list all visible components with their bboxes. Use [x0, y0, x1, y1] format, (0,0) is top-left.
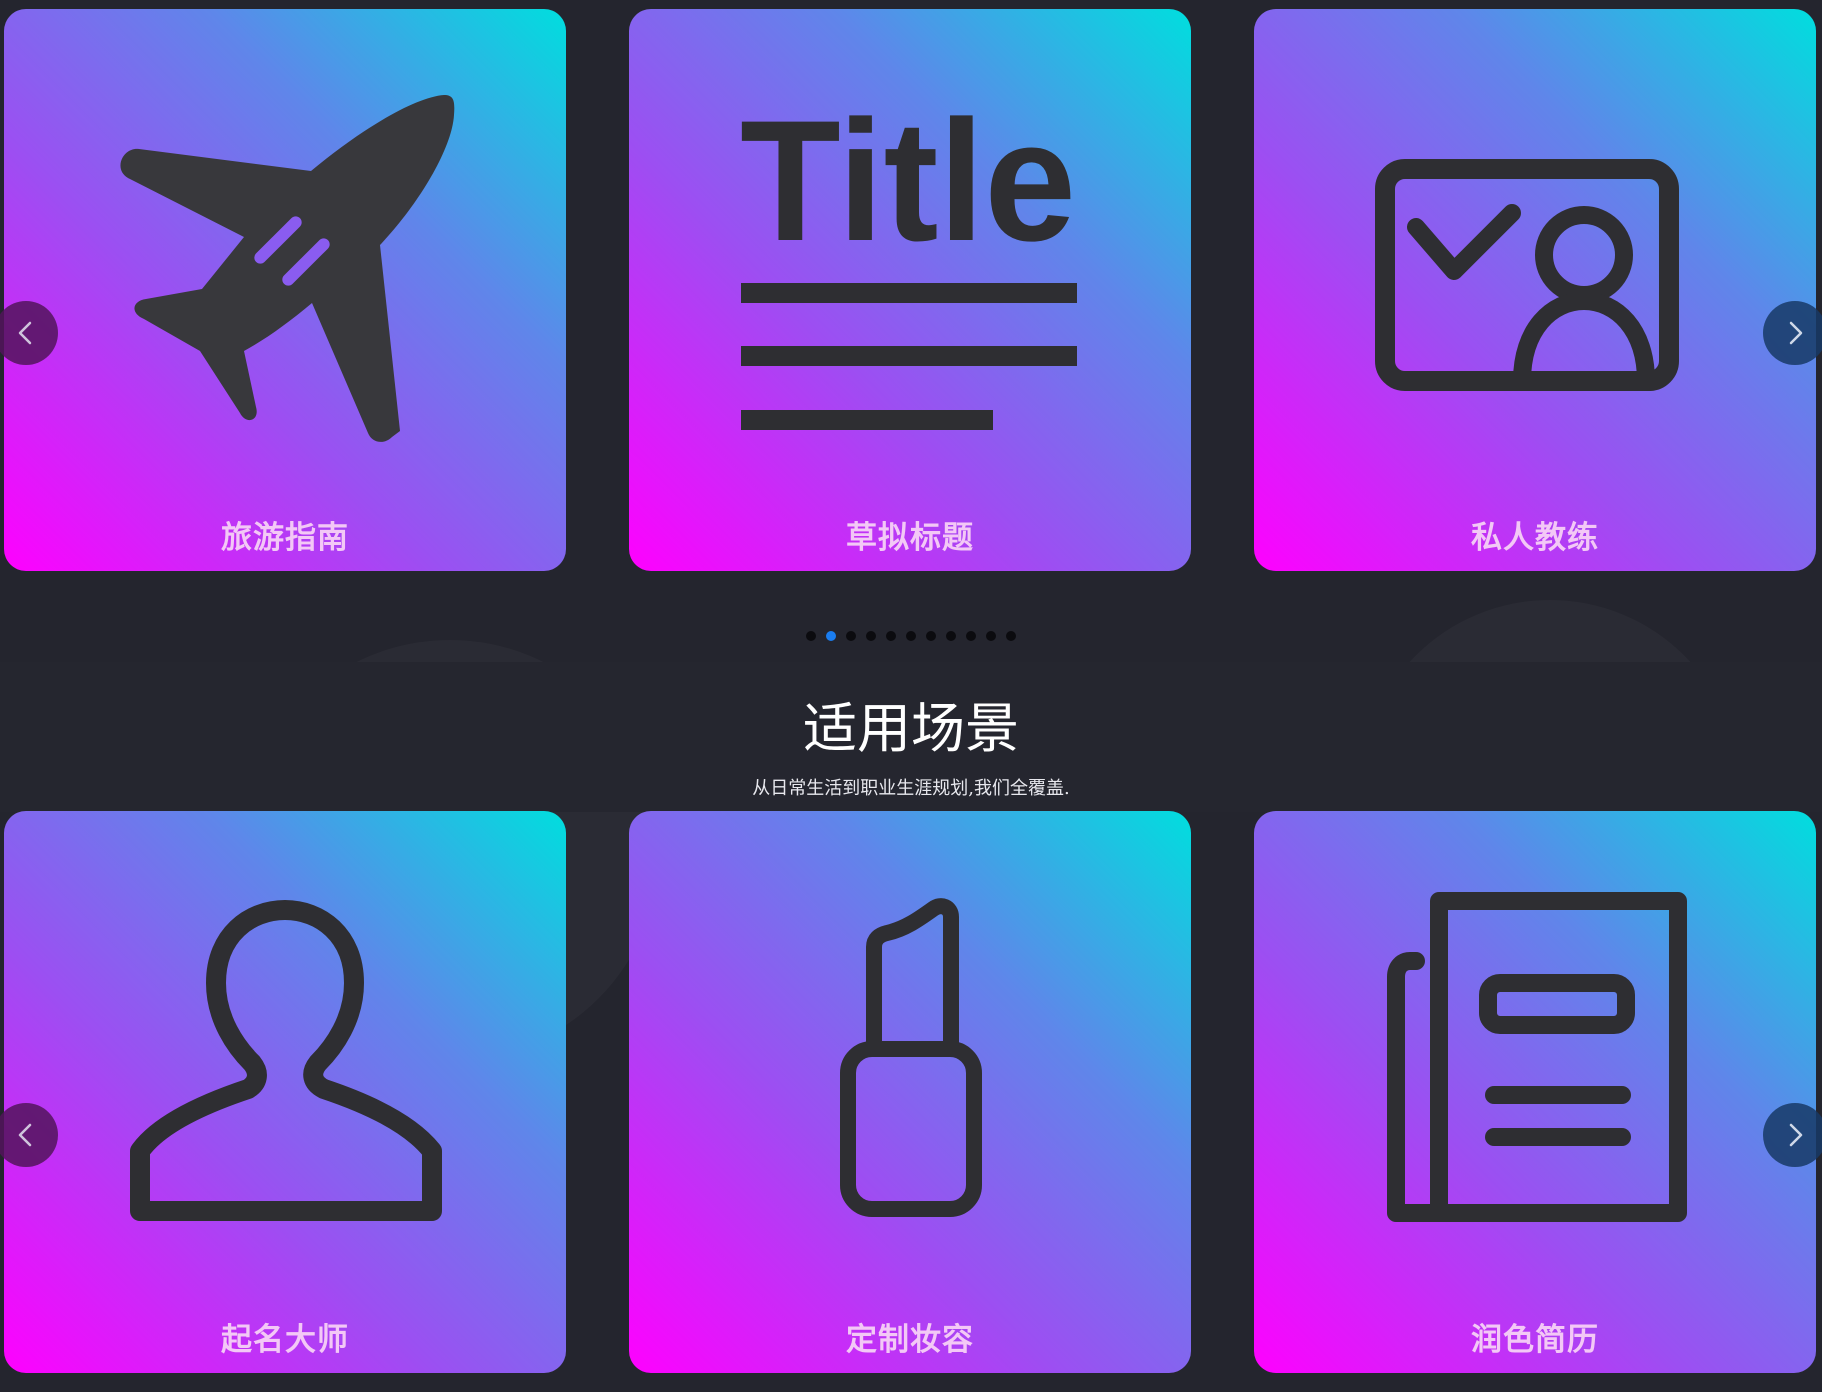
pagination-dot[interactable]: [1006, 631, 1016, 641]
user-silhouette-icon: [130, 900, 442, 1221]
pagination-dot[interactable]: [826, 631, 836, 641]
carousel-pagination: [0, 631, 1822, 647]
chevron-left-icon: [18, 1123, 32, 1147]
top-carousel: 旅游指南 Title 草拟标题 私人教练: [0, 9, 1822, 571]
title-document-icon: Title: [740, 85, 1077, 430]
card-label: 草拟标题: [846, 520, 974, 556]
chevron-right-icon: [1789, 1123, 1803, 1147]
card-naming-master[interactable]: 起名大师: [4, 811, 566, 1373]
next-button[interactable]: [1763, 301, 1822, 365]
card-draft-title[interactable]: Title 草拟标题: [629, 9, 1191, 571]
pagination-dot[interactable]: [966, 631, 976, 641]
next-button[interactable]: [1763, 1103, 1822, 1167]
prev-button[interactable]: [0, 1103, 58, 1167]
prev-button[interactable]: [0, 301, 58, 365]
card-personal-trainer[interactable]: 私人教练: [1254, 9, 1816, 571]
chevron-left-icon: [18, 321, 32, 345]
chevron-right-icon: [1789, 321, 1803, 345]
pagination-dot[interactable]: [926, 631, 936, 641]
section-title: 适用场景: [803, 697, 1019, 760]
card-resume-polish[interactable]: 润色简历: [1254, 811, 1816, 1373]
card-label: 私人教练: [1471, 520, 1599, 556]
lipstick-icon: [840, 898, 982, 1217]
pagination-dot[interactable]: [886, 631, 896, 641]
airplane-icon: [120, 95, 455, 442]
card-travel-guide[interactable]: 旅游指南: [4, 9, 566, 571]
card-label: 定制妆容: [846, 1322, 974, 1358]
card-custom-makeup[interactable]: 定制妆容: [629, 811, 1191, 1373]
pagination-dot[interactable]: [866, 631, 876, 641]
card-label: 润色简历: [1471, 1322, 1599, 1358]
pagination-dot[interactable]: [946, 631, 956, 641]
id-card-check-icon: [1375, 159, 1679, 391]
pagination-dot[interactable]: [846, 631, 856, 641]
pagination-dot[interactable]: [906, 631, 916, 641]
pagination-dot[interactable]: [986, 631, 996, 641]
newspaper-icon: [1387, 892, 1687, 1222]
svg-text:Title: Title: [740, 85, 1076, 277]
bottom-carousel: 起名大师 定制妆容 润色简历: [0, 811, 1822, 1373]
card-label: 旅游指南: [221, 520, 349, 556]
section-subtitle: 从日常生活到职业生涯规划,我们全覆盖.: [752, 778, 1070, 799]
card-label: 起名大师: [221, 1322, 349, 1358]
pagination-dot[interactable]: [806, 631, 816, 641]
